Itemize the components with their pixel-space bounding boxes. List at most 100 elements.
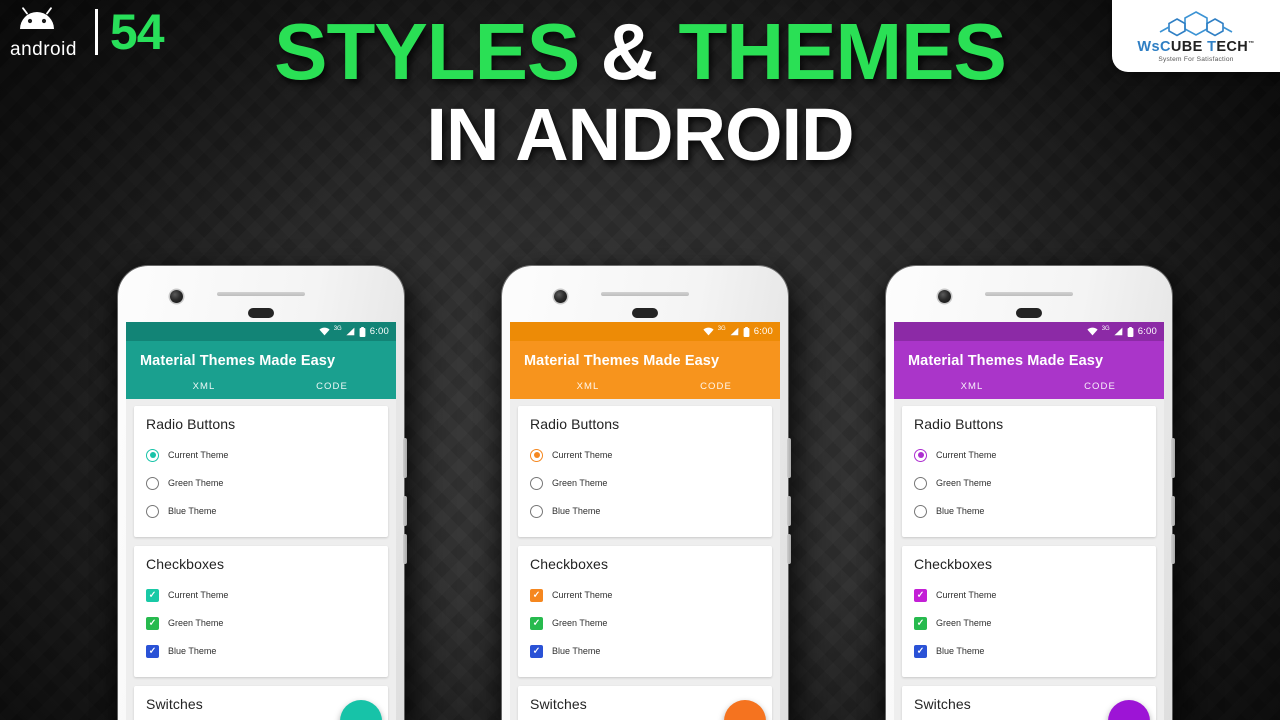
radio-option[interactable]: Blue Theme: [530, 497, 760, 525]
card-checkbox: Checkboxes ✓ Current Theme ✓ Green Theme ✓ Blu…: [134, 546, 388, 677]
badge-divider: [94, 9, 98, 55]
wifi-icon: [319, 327, 330, 336]
radio-option[interactable]: Current Theme: [914, 441, 1144, 469]
radio-selected-icon[interactable]: [530, 448, 543, 462]
tab-code[interactable]: CODE: [268, 381, 396, 392]
logo-tagline: System For Satisfaction: [1158, 56, 1234, 64]
wscube-tech-logo: WsCUBE TECH™ System For Satisfaction: [1112, 0, 1280, 72]
radio-option[interactable]: Green Theme: [146, 469, 376, 497]
checkbox-option[interactable]: ✓ Blue Theme: [914, 637, 1144, 665]
checkbox-option[interactable]: ✓ Current Theme: [530, 581, 760, 609]
title-ampersand: &: [579, 7, 679, 96]
card-title: Switches: [146, 696, 203, 712]
wscube-wordmark: WsCUBE TECH™: [1137, 40, 1254, 55]
tab-code[interactable]: CODE: [652, 381, 780, 392]
checkbox-option[interactable]: ✓ Green Theme: [146, 609, 376, 637]
radio-unselected-icon[interactable]: [146, 476, 159, 490]
radio-option-label: Green Theme: [936, 478, 992, 488]
checkbox-option-label: Green Theme: [552, 618, 608, 628]
radio-unselected-icon[interactable]: [530, 504, 543, 518]
volume-up-button[interactable]: [403, 438, 407, 478]
wifi-icon: [1087, 327, 1098, 336]
volume-up-button[interactable]: [787, 438, 791, 478]
episode-number: 54: [109, 4, 165, 60]
checkbox-checked-icon[interactable]: ✓: [914, 588, 927, 602]
card-title: Checkboxes: [914, 556, 993, 572]
signal-3g-label: 3G: [333, 325, 342, 332]
card-title: Radio Buttons: [530, 416, 620, 432]
checkbox-option[interactable]: ✓ Green Theme: [530, 609, 760, 637]
tab-xml[interactable]: XML: [524, 381, 652, 392]
tab-bar: XML CODE: [908, 381, 1164, 399]
radio-unselected-icon[interactable]: [146, 504, 159, 518]
checkbox-option-label: Current Theme: [552, 590, 613, 600]
checkbox-option[interactable]: ✓ Green Theme: [914, 609, 1144, 637]
checkbox-option[interactable]: ✓ Current Theme: [914, 581, 1144, 609]
volume-down-button[interactable]: [1171, 496, 1175, 526]
logo-ech: ECH: [1216, 38, 1249, 55]
status-bar: 3G 6:00: [894, 322, 1164, 341]
tab-bar: XML CODE: [524, 381, 780, 399]
tab-xml[interactable]: XML: [140, 381, 268, 392]
title-block: STYLES & THEMES IN ANDROID: [0, 12, 1280, 172]
radio-option[interactable]: Current Theme: [530, 441, 760, 469]
checkbox-option[interactable]: ✓ Blue Theme: [146, 637, 376, 665]
android-robot-icon: [20, 7, 55, 29]
power-button[interactable]: [787, 534, 791, 564]
app-bar-title: Material Themes Made Easy: [524, 353, 720, 369]
radio-option-label: Blue Theme: [936, 506, 985, 516]
status-bar-time: 6:00: [1137, 326, 1157, 337]
tab-code[interactable]: CODE: [1036, 381, 1164, 392]
card-title: Radio Buttons: [146, 416, 236, 432]
radio-unselected-icon[interactable]: [914, 504, 927, 518]
volume-down-button[interactable]: [403, 496, 407, 526]
checkbox-checked-icon[interactable]: ✓: [146, 644, 159, 658]
radio-option[interactable]: Blue Theme: [146, 497, 376, 525]
card-title: Radio Buttons: [914, 416, 1004, 432]
app-bar-title: Material Themes Made Easy: [908, 353, 1104, 369]
hexagon-network-icon: [1159, 10, 1233, 37]
checkbox-checked-icon[interactable]: ✓: [146, 588, 159, 602]
radio-option[interactable]: Blue Theme: [914, 497, 1144, 525]
radio-unselected-icon[interactable]: [914, 476, 927, 490]
checkbox-checked-icon[interactable]: ✓: [146, 616, 159, 630]
screen-content: Radio Buttons Current Theme Green Theme Blu…: [510, 399, 780, 720]
tab-xml[interactable]: XML: [908, 381, 1036, 392]
checkbox-option-label: Green Theme: [168, 618, 224, 628]
phone-mockups: 3G 6:00 Material Themes Made Easy XML CODE Ra…: [0, 266, 1280, 720]
proximity-sensor-icon: [632, 308, 658, 318]
volume-up-button[interactable]: [1171, 438, 1175, 478]
checkbox-checked-icon[interactable]: ✓: [530, 588, 543, 602]
radio-unselected-icon[interactable]: [530, 476, 543, 490]
card-radio: Radio Buttons Current Theme Green Theme Blu…: [518, 406, 772, 537]
battery-icon: [359, 326, 366, 337]
radio-option-label: Current Theme: [936, 450, 997, 460]
signal-3g-label: 3G: [717, 325, 726, 332]
app-bar: 3G 6:00 Material Themes Made Easy XML CODE: [894, 322, 1164, 399]
front-camera-icon: [554, 290, 567, 303]
card-title: Switches: [914, 696, 971, 712]
checkbox-checked-icon[interactable]: ✓: [914, 644, 927, 658]
radio-option-label: Current Theme: [168, 450, 229, 460]
checkbox-checked-icon[interactable]: ✓: [914, 616, 927, 630]
front-camera-icon: [938, 290, 951, 303]
checkbox-option[interactable]: ✓ Current Theme: [146, 581, 376, 609]
power-button[interactable]: [403, 534, 407, 564]
checkbox-option[interactable]: ✓ Blue Theme: [530, 637, 760, 665]
volume-down-button[interactable]: [787, 496, 791, 526]
checkbox-option-label: Blue Theme: [552, 646, 601, 656]
radio-option[interactable]: Green Theme: [530, 469, 760, 497]
radio-option[interactable]: Green Theme: [914, 469, 1144, 497]
power-button[interactable]: [1171, 534, 1175, 564]
tab-bar: XML CODE: [140, 381, 396, 399]
battery-icon: [1127, 326, 1134, 337]
checkbox-checked-icon[interactable]: ✓: [530, 644, 543, 658]
phone-screen: 3G 6:00 Material Themes Made Easy XML CODE Ra…: [894, 322, 1164, 720]
radio-selected-icon[interactable]: [914, 448, 927, 462]
radio-selected-icon[interactable]: [146, 448, 159, 462]
radio-option-label: Blue Theme: [552, 506, 601, 516]
radio-option[interactable]: Current Theme: [146, 441, 376, 469]
title-styles: STYLES: [274, 7, 580, 96]
checkbox-checked-icon[interactable]: ✓: [530, 616, 543, 630]
earpiece-speaker-icon: [217, 292, 305, 296]
